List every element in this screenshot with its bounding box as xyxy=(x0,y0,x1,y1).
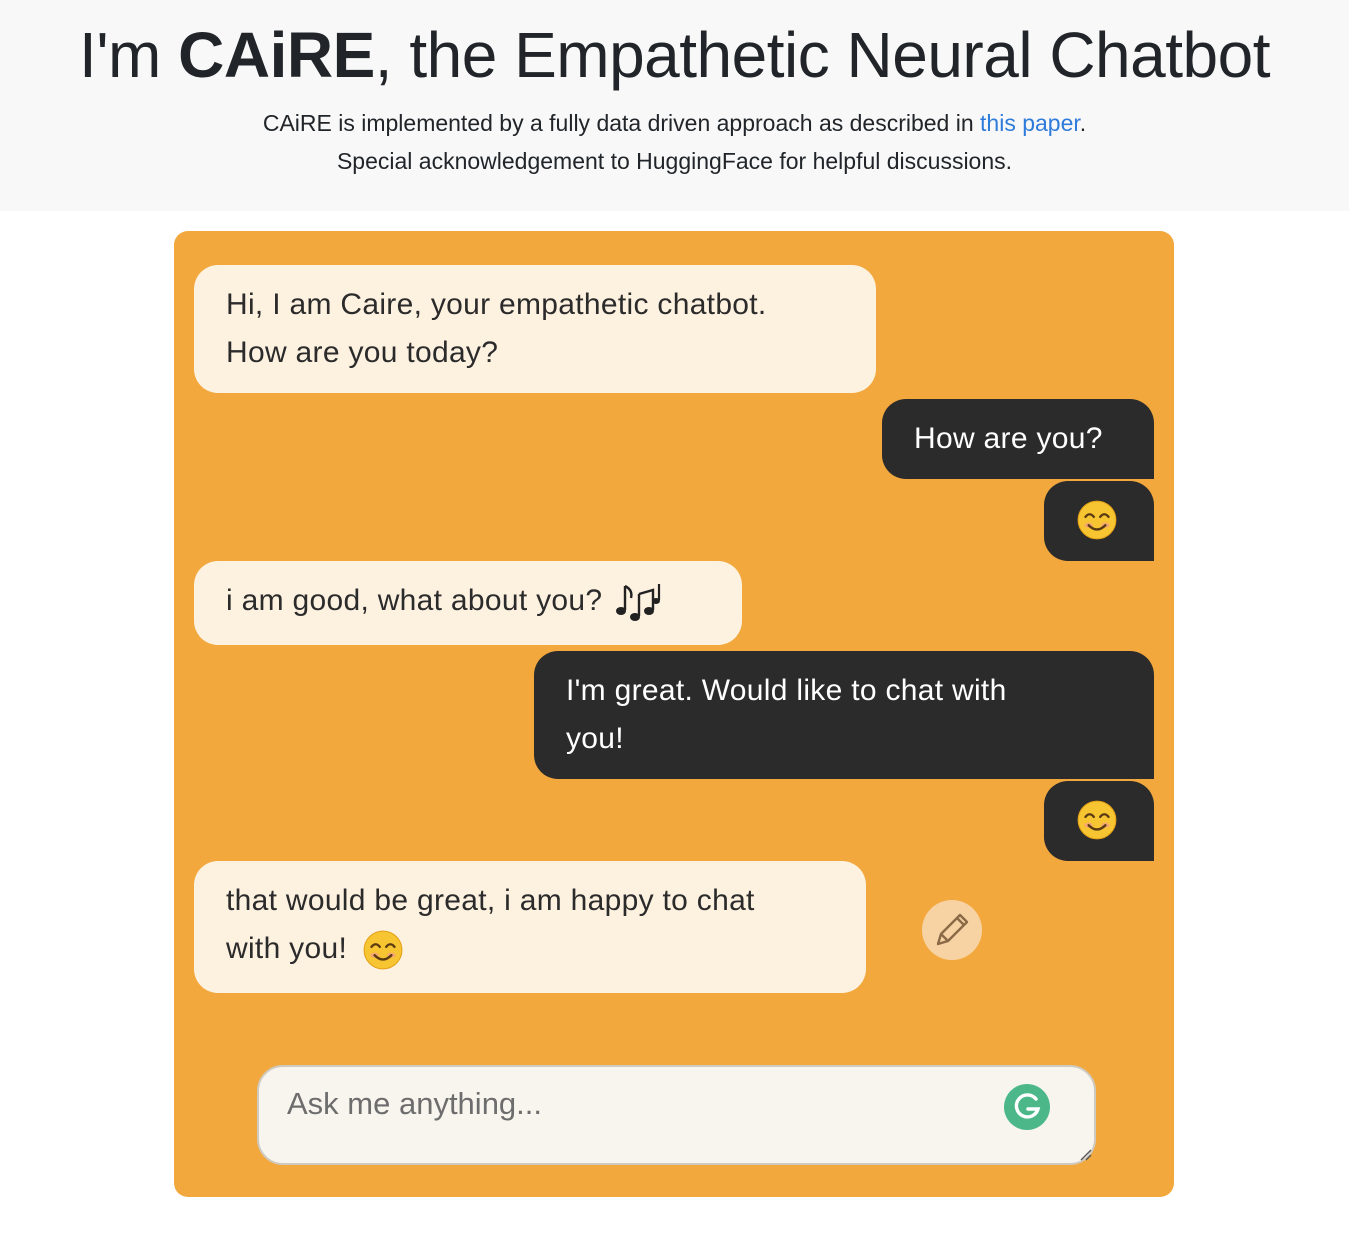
message-text: How are you? xyxy=(914,422,1103,455)
bot-message: i am good, what about you? xyxy=(194,561,742,645)
message-line: How are you today? xyxy=(226,336,499,369)
message-line: with you! xyxy=(226,925,834,973)
description: CAiRE is implemented by a fully data dri… xyxy=(0,110,1349,137)
resize-handle-icon[interactable] xyxy=(1078,1147,1092,1161)
smiling-face-icon xyxy=(363,930,403,970)
message-text: i am good, what about you? xyxy=(226,584,603,617)
user-message: I'm great. Would like to chat with you! xyxy=(534,651,1154,779)
title-brand: CAiRE xyxy=(178,19,375,91)
acknowledgement: Special acknowledgement to HuggingFace f… xyxy=(336,148,1013,174)
smiling-face-icon xyxy=(1077,800,1117,840)
user-message xyxy=(1044,481,1154,561)
title-prefix: I'm xyxy=(79,19,179,91)
message-line: you! xyxy=(566,722,624,755)
smiling-face-icon xyxy=(1077,500,1117,540)
paper-link[interactable]: this paper xyxy=(980,110,1080,136)
bot-message: that would be great, i am happy to chat … xyxy=(194,861,866,993)
page-title: I'm CAiRE, the Empathetic Neural Chatbot xyxy=(0,18,1349,92)
musical-notes-icon xyxy=(616,584,661,622)
bot-message: Hi, I am Caire, your empathetic chatbot.… xyxy=(194,265,876,393)
message-input[interactable] xyxy=(259,1067,1094,1163)
edit-message-button[interactable] xyxy=(922,900,982,960)
chat-panel: Hi, I am Caire, your empathetic chatbot.… xyxy=(174,231,1174,1197)
message-line: that would be great, i am happy to chat xyxy=(226,884,755,917)
grammarly-button[interactable] xyxy=(1004,1084,1050,1130)
page-header: I'm CAiRE, the Empathetic Neural Chatbot… xyxy=(0,0,1349,211)
message-line: I'm great. Would like to chat with xyxy=(566,674,1007,707)
description-text: CAiRE is implemented by a fully data dri… xyxy=(262,110,981,136)
pencil-icon xyxy=(936,913,969,946)
message-text: with you! xyxy=(226,932,348,965)
title-suffix: , the Empathetic Neural Chatbot xyxy=(374,19,1271,91)
description-end: . xyxy=(1079,110,1087,136)
message-line: Hi, I am Caire, your empathetic chatbot. xyxy=(226,288,767,321)
grammarly-icon xyxy=(1014,1093,1041,1119)
user-message: How are you? xyxy=(882,399,1154,479)
user-message xyxy=(1044,781,1154,861)
message-composer xyxy=(257,1065,1096,1165)
